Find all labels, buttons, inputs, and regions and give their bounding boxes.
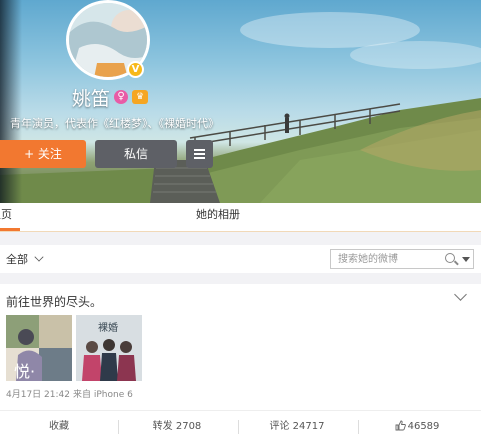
feed-search-box [330,249,474,269]
tab-albums[interactable]: 她的相册 [196,203,240,231]
post-text: 前往世界的尽头。 [6,295,103,309]
chevron-down-icon[interactable] [454,288,467,301]
search-icon[interactable] [445,253,455,263]
like-count: 46589 [407,421,440,432]
post-timestamp[interactable]: 4月17日 21:42 [6,390,70,400]
profile-name: 姚笛 [72,87,111,110]
filter-all-dropdown[interactable]: 全部 [6,251,28,267]
message-button[interactable]: 私信 [95,140,177,168]
profile-tabs: 主页 她的相册 [0,203,481,231]
thumb-overlay-text: 裸婚 [98,321,118,334]
profile-cover: V 姚笛 ♀ ♛ 青年演员，代表作《红楼梦》、《裸婚时代》 + 关注 私信 [0,0,481,203]
tab-home[interactable]: 主页 [0,203,20,231]
member-icon[interactable]: ♛ [132,90,149,104]
poster-image: 裸婚 [76,315,142,381]
photo-collage-image: 悦· [6,315,72,381]
profile-name-row: 姚笛 ♀ ♛ [72,86,149,110]
follow-button[interactable]: + 关注 [0,140,86,168]
comment-button[interactable]: 评论 24717 [238,411,356,442]
profile-intro: 青年演员，代表作《红楼梦》、《裸婚时代》 [10,117,219,130]
post-action-bar: 收藏 转发 2708 评论 24717 46589 [0,410,481,442]
chevron-down-icon[interactable] [34,252,44,262]
more-menu-button[interactable] [186,140,213,168]
favorite-button[interactable]: 收藏 [0,411,118,442]
verified-icon: V [127,61,144,78]
post-source: 来自 iPhone 6 [72,390,133,400]
repost-button[interactable]: 转发 2708 [118,411,236,442]
like-button[interactable]: 46589 [358,411,476,442]
female-icon: ♀ [114,90,129,104]
tabs-divider [0,231,481,232]
thumb-overlay-text: 悦· [14,362,35,381]
tab-home-label: 主页 [0,208,12,221]
post-meta: 4月17日 21:42 来自 iPhone 6 [6,387,133,400]
cover-shadow-edge [0,0,22,203]
feed-filter-bar: 全部 [0,245,481,273]
menu-icon [194,149,205,159]
search-options-caret-icon[interactable] [462,257,470,262]
post-image-thumbnail[interactable]: 悦· [6,315,72,381]
feed-card: 前往世界的尽头。 悦· 裸婚 4月17日 21:42 来自 iPhone 6 收藏 [0,284,481,442]
thumbs-up-icon [395,420,406,431]
post-image-thumbnail[interactable]: 裸婚 [76,315,142,381]
feed-search-input[interactable] [331,250,436,268]
